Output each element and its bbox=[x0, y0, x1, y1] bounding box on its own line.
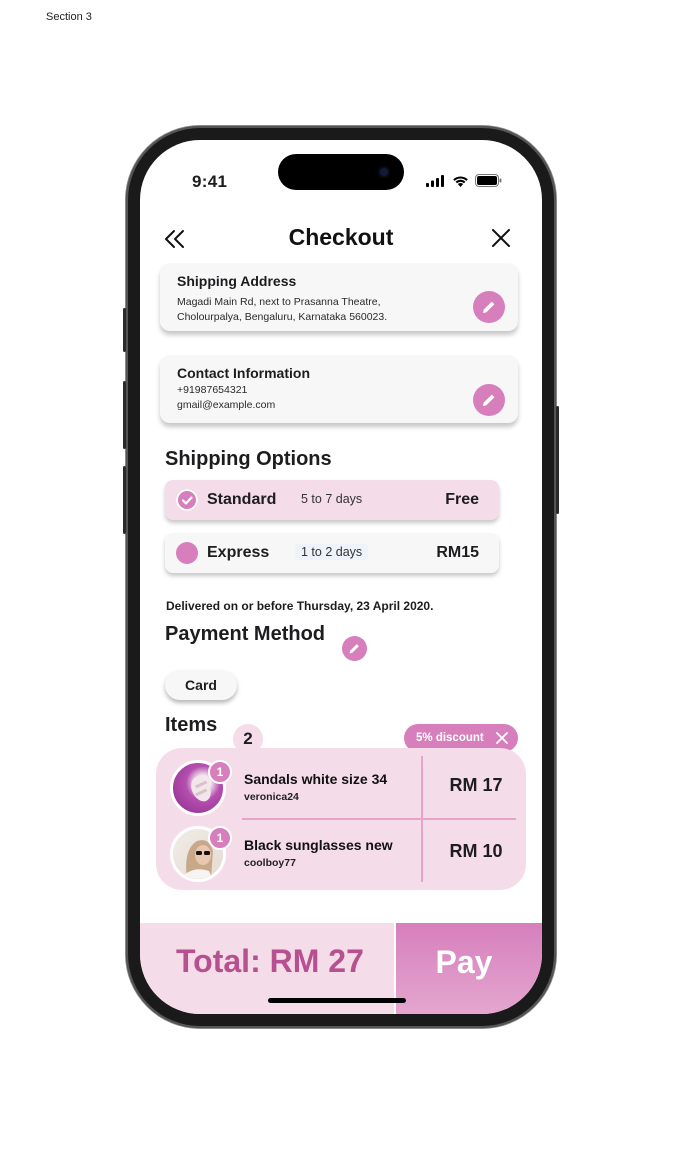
contact-info-title: Contact Information bbox=[177, 365, 310, 381]
quantity-badge: 1 bbox=[208, 760, 232, 784]
edit-address-button[interactable] bbox=[473, 291, 505, 323]
dynamic-island bbox=[278, 154, 404, 190]
edit-pencil-icon bbox=[349, 644, 359, 654]
list-item[interactable]: 1 Sandals white size 34 veronica24 RM 17 bbox=[156, 757, 526, 823]
edit-pencil-icon bbox=[483, 301, 495, 313]
volume-down-button bbox=[123, 466, 126, 534]
item-name: Black sunglasses new bbox=[244, 837, 393, 853]
check-icon bbox=[181, 496, 193, 505]
item-price: RM 17 bbox=[449, 775, 503, 795]
shipping-option-express[interactable]: Express 1 to 2 days RM15 bbox=[165, 533, 499, 573]
item-seller: veronica24 bbox=[244, 791, 299, 803]
payment-method-title: Payment Method bbox=[165, 623, 326, 645]
shipping-option-days: 1 to 2 days bbox=[295, 544, 369, 560]
items-title: Items bbox=[165, 714, 218, 736]
shipping-address-line1: Magadi Main Rd, next to Prasanna Theatre… bbox=[177, 296, 381, 308]
canvas-section-label: Section 3 bbox=[46, 11, 92, 23]
edit-payment-button[interactable] bbox=[342, 636, 367, 661]
signal-icon bbox=[426, 174, 444, 187]
remove-discount-icon[interactable] bbox=[496, 732, 508, 744]
item-name: Sandals white size 34 bbox=[244, 771, 388, 787]
item-seller: coolboy77 bbox=[244, 857, 296, 869]
edit-contact-button[interactable] bbox=[473, 384, 505, 416]
delivery-note: Delivered on or before Thursday, 23 Apri… bbox=[166, 599, 434, 613]
page-title: Checkout bbox=[288, 224, 394, 250]
power-button bbox=[556, 406, 559, 514]
pay-label: Pay bbox=[435, 944, 493, 980]
status-icons bbox=[426, 174, 502, 187]
contact-email: gmail@example.com bbox=[177, 399, 276, 411]
wifi-icon bbox=[453, 175, 468, 187]
shipping-options-title: Shipping Options bbox=[165, 448, 332, 470]
radio-checked[interactable] bbox=[176, 489, 198, 511]
radio-unchecked[interactable] bbox=[176, 542, 198, 564]
status-time: 9:41 bbox=[192, 172, 228, 191]
contact-info-card: Contact Information +91987654321 gmail@e… bbox=[160, 355, 518, 423]
camera-icon bbox=[378, 166, 390, 178]
battery-icon bbox=[475, 174, 502, 187]
items-panel: 1 Sandals white size 34 veronica24 RM 17… bbox=[156, 748, 526, 890]
volume-up-button bbox=[123, 381, 126, 449]
shipping-address-title: Shipping Address bbox=[177, 273, 297, 289]
payment-method-chip[interactable]: Card bbox=[165, 670, 237, 700]
list-item[interactable]: 1 Black sunglasses new coolboy77 RM 10 bbox=[156, 823, 526, 889]
shipping-option-name: Express bbox=[207, 544, 270, 561]
quantity-badge: 1 bbox=[208, 826, 232, 850]
shipping-option-price: RM15 bbox=[436, 544, 479, 561]
screen: 9:41 Checkout Shipping Address Magadi Ma… bbox=[140, 140, 542, 1014]
phone-frame: 9:41 Checkout Shipping Address Magadi Ma… bbox=[123, 126, 559, 1028]
pay-button[interactable]: Pay bbox=[396, 923, 542, 1014]
shipping-option-price: Free bbox=[445, 491, 479, 508]
discount-label: 5% discount bbox=[416, 732, 484, 744]
home-indicator[interactable] bbox=[268, 998, 406, 1003]
shipping-option-days: 5 to 7 days bbox=[301, 492, 363, 506]
order-total: Total: RM 27 bbox=[176, 943, 364, 979]
close-icon[interactable] bbox=[490, 227, 512, 249]
shipping-address-card: Shipping Address Magadi Main Rd, next to… bbox=[160, 263, 518, 331]
item-price: RM 10 bbox=[449, 841, 503, 861]
shipping-address-line2: Cholourpalya, Bengaluru, Karnataka 56002… bbox=[177, 311, 388, 323]
action-button bbox=[123, 308, 126, 352]
shipping-option-name: Standard bbox=[207, 491, 277, 508]
edit-pencil-icon bbox=[483, 394, 495, 406]
contact-phone: +91987654321 bbox=[177, 384, 248, 396]
shipping-option-standard[interactable]: Standard 5 to 7 days Free bbox=[165, 480, 499, 520]
